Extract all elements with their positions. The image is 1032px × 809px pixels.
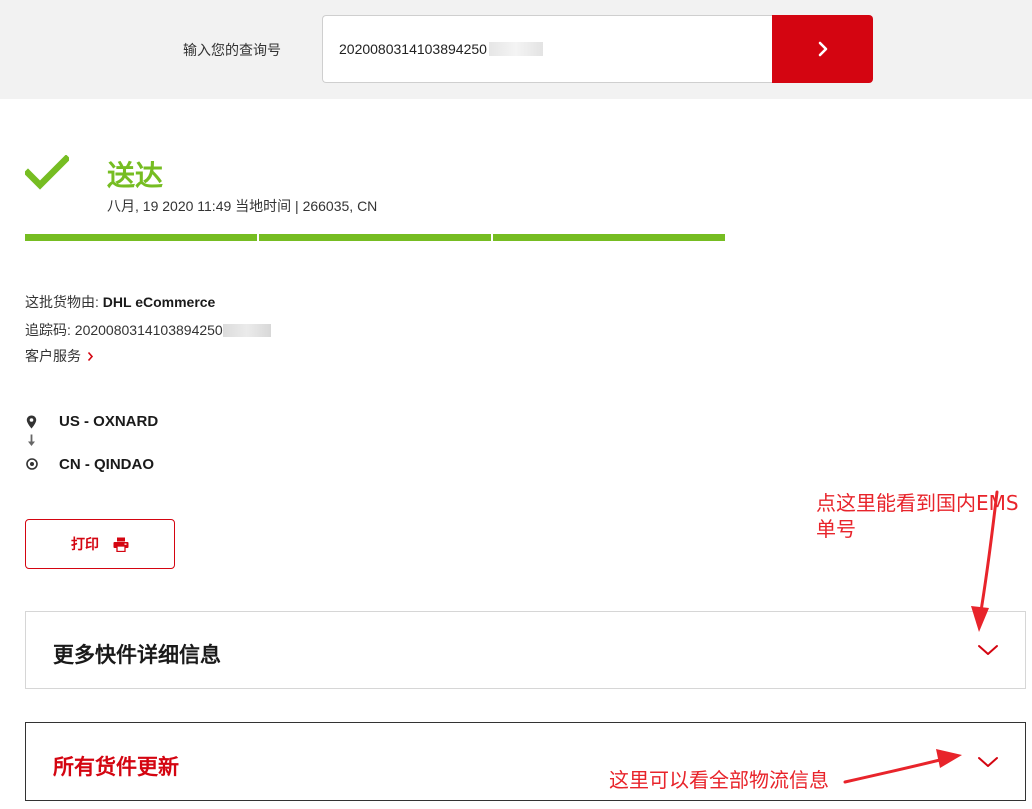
route-origin: US - OXNARD [59, 413, 159, 430]
target-icon [26, 458, 38, 470]
tracking-search-value: 2020080314103894250 [339, 41, 487, 57]
printer-icon [113, 537, 129, 552]
annotation-ems-number: 点这里能看到国内EMS单号 [816, 491, 1019, 541]
carrier-name: DHL eCommerce [102, 294, 216, 310]
more-details-title: 更多快件详细信息 [53, 644, 221, 667]
print-label: 打印 [71, 536, 99, 552]
search-submit-button[interactable] [772, 15, 873, 83]
chevron-down-icon[interactable] [977, 756, 999, 768]
delivery-progress-bar [25, 234, 725, 241]
route-destination: CN - QINDAO [59, 456, 154, 473]
all-updates-panel[interactable]: 所有货件更新 [25, 722, 1026, 801]
tracking-search-input[interactable]: 2020080314103894250 [322, 15, 774, 83]
progress-segment [493, 234, 725, 241]
all-updates-title: 所有货件更新 [53, 756, 179, 779]
progress-segment [259, 234, 491, 241]
tracking-line: 追踪码: 2020080314103894250 [25, 320, 271, 340]
checkmark-icon [25, 155, 69, 190]
search-band: 输入您的查询号 2020080314103894250 [0, 0, 1032, 99]
annotation-all-logistics: 这里可以看全部物流信息 [609, 768, 829, 792]
tracking-number: 2020080314103894250 [74, 322, 223, 338]
arrow-down-icon [28, 434, 35, 446]
customer-service-link[interactable]: 客户服务 [25, 346, 94, 366]
status-subtitle: 八月, 19 2020 11:49 当地时间 | 266035, CN [107, 198, 378, 214]
status-title: 送达 [107, 160, 164, 191]
print-button[interactable]: 打印 [25, 519, 175, 569]
carrier-line: 这批货物由: DHL eCommerce [25, 292, 215, 312]
location-pin-icon [26, 415, 37, 429]
customer-service-label: 客户服务 [25, 348, 81, 364]
progress-segment [25, 234, 257, 241]
carrier-label: 这批货物由: [25, 294, 103, 310]
more-details-panel[interactable]: 更多快件详细信息 [25, 611, 1026, 689]
tracking-label: 追踪码: [25, 322, 75, 338]
search-label: 输入您的查询号 [183, 42, 281, 58]
redacted-blur [222, 324, 271, 337]
chevron-down-icon[interactable] [977, 644, 999, 656]
redacted-blur [488, 42, 543, 56]
chevron-right-icon [87, 351, 94, 361]
chevron-right-icon [818, 41, 827, 57]
